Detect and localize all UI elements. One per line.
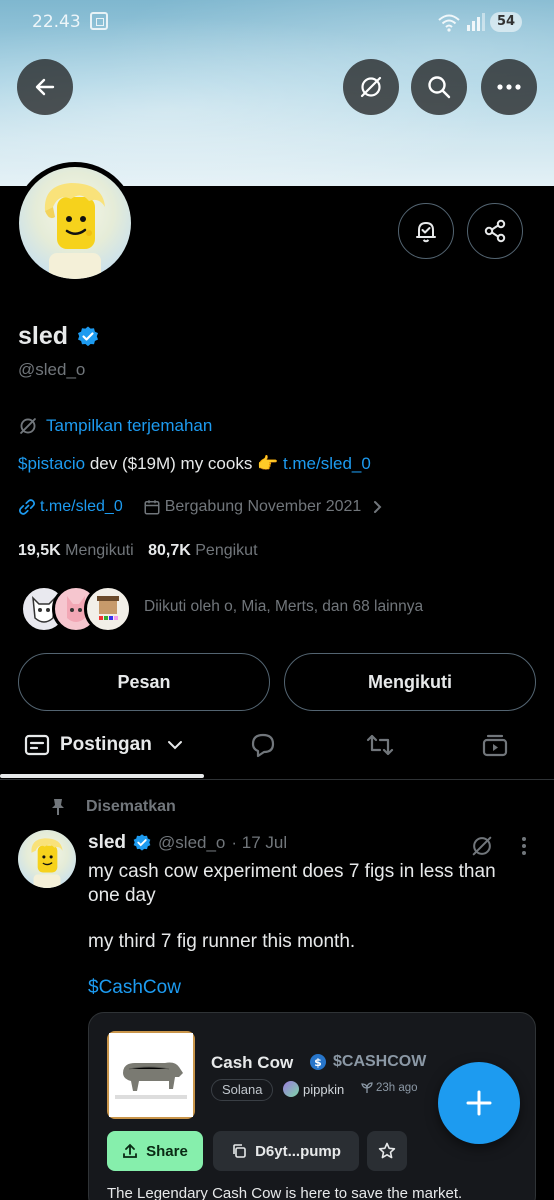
creator-name: pippkin [303, 1081, 345, 1097]
active-tab-indicator [0, 774, 204, 778]
token-ticker-row: $ $CASHCOW [309, 1053, 426, 1071]
compose-button[interactable] [438, 1062, 520, 1144]
translate-button[interactable] [343, 59, 399, 115]
following-count: 19,5K [18, 542, 61, 559]
followers-count: 80,7K [148, 542, 191, 559]
replies-tab-icon[interactable] [250, 732, 276, 758]
message-button[interactable]: Pesan [18, 653, 270, 711]
bio-link[interactable]: t.me/sled_0 [283, 454, 371, 473]
svg-text:$: $ [314, 1056, 322, 1069]
following-stat[interactable]: 19,5K Mengikuti [18, 542, 134, 559]
tweet-text-line: my cash cow experiment does 7 figs in le… [88, 861, 496, 906]
bio-text: dev ($19M) my cooks 👉 [85, 454, 283, 473]
tweet-author-name[interactable]: sled [88, 832, 126, 854]
tweet-more-icon[interactable] [520, 836, 528, 856]
favorite-button[interactable] [367, 1131, 407, 1171]
following-label: Mengikuti [65, 542, 134, 559]
copy-icon [233, 1144, 246, 1158]
creator-info: pippkin [283, 1081, 344, 1097]
token-ticker: $CASHCOW [333, 1053, 427, 1070]
share-profile-button[interactable] [467, 203, 523, 259]
bio-cashtag[interactable]: $pistacio [18, 454, 85, 473]
followed-by-text[interactable]: Diikuti oleh o, Mia, Merts, dan 68 lainn… [144, 598, 423, 616]
followers-label: Pengikut [195, 542, 258, 559]
tweet-header: sled @sled_o · 17 Jul [88, 832, 287, 854]
tab-posts[interactable]: Postingan [24, 734, 184, 756]
website-link[interactable]: t.me/sled_0 [40, 498, 123, 516]
screenshot-icon [90, 12, 108, 30]
grok-icon [360, 76, 382, 98]
token-name: Cash Cow [211, 1053, 294, 1072]
link-icon [19, 499, 35, 515]
tweet-cashtag[interactable]: $CashCow [88, 976, 528, 1000]
following-button[interactable]: Mengikuti [284, 653, 536, 711]
arrow-left-icon [35, 78, 55, 96]
follower-avatar [84, 585, 132, 633]
profile-meta: t.me/sled_0 Bergabung November 2021 [18, 498, 385, 516]
tweet-date[interactable]: · 17 Jul [231, 833, 287, 853]
creator-avatar [283, 1081, 299, 1097]
pin-icon [52, 799, 64, 815]
status-bar: 22.43 54 [0, 0, 554, 44]
token-image [107, 1031, 195, 1119]
translate-label: Tampilkan terjemahan [46, 416, 213, 435]
tab-posts-label: Postingan [60, 734, 152, 755]
contract-address: D6yt...pump [255, 1142, 341, 1160]
profile-tabs: Postingan [0, 718, 554, 780]
token-age: 23h ago [361, 1082, 418, 1094]
follow-stats: 19,5K Mengikuti 80,7K Pengikut [18, 542, 258, 560]
battery-level: 54 [490, 12, 522, 32]
plus-icon [466, 1090, 492, 1116]
followed-by-avatars[interactable] [20, 584, 132, 634]
media-tab-icon[interactable] [482, 732, 508, 758]
chevron-down-icon [167, 741, 182, 750]
token-description: The Legendary Cash Cow is here to save t… [107, 1185, 463, 1200]
profile-bio: $pistacio dev ($19M) my cooks 👉 t.me/sle… [18, 454, 371, 474]
tweet-text-line: my third 7 fig runner this month. [88, 931, 356, 952]
search-button[interactable] [411, 59, 467, 115]
search-icon [428, 76, 451, 99]
profile-handle: @sled_o [18, 360, 86, 379]
verified-badge-icon [133, 834, 151, 851]
chain-chip: Solana [211, 1079, 274, 1101]
grok-icon [20, 418, 36, 434]
more-icon [497, 84, 521, 90]
tweet-author-handle[interactable]: @sled_o [158, 833, 225, 853]
verified-badge-icon[interactable] [76, 325, 100, 349]
notifications-button[interactable] [398, 203, 454, 259]
profile-name-text: sled [18, 322, 69, 350]
usdc-icon: $ [310, 1054, 326, 1070]
grok-icon[interactable] [470, 834, 494, 858]
followers-stat[interactable]: 80,7K Pengikut [148, 542, 257, 559]
pinned-label: Disematkan [86, 798, 176, 815]
profile-avatar[interactable] [14, 162, 136, 284]
back-button[interactable] [17, 59, 73, 115]
share-icon [484, 219, 506, 243]
card-share-button[interactable]: Share [107, 1131, 203, 1171]
signal-icon [467, 13, 485, 31]
more-button[interactable] [481, 59, 537, 115]
share-label: Share [146, 1142, 188, 1160]
status-time: 22.43 [32, 12, 81, 32]
sprout-icon [361, 1082, 373, 1093]
posts-icon [24, 734, 50, 756]
joined-date: Bergabung November 2021 [164, 498, 362, 515]
tweet-text: my cash cow experiment does 7 figs in le… [88, 860, 528, 1000]
bell-check-icon [416, 222, 436, 243]
translate-bio-link[interactable]: Tampilkan terjemahan [18, 416, 212, 436]
token-age-text: 23h ago [376, 1082, 418, 1094]
star-icon [378, 1142, 396, 1159]
wifi-icon [438, 14, 460, 32]
profile-name: sled [18, 322, 100, 351]
tweet-author-avatar[interactable] [18, 830, 76, 888]
repost-tab-icon[interactable] [366, 732, 394, 758]
copy-address-button[interactable]: D6yt...pump [213, 1131, 359, 1171]
upload-icon [123, 1143, 138, 1158]
chevron-right-icon[interactable] [369, 499, 385, 515]
calendar-icon [144, 500, 160, 515]
lego-figure-avatar [44, 183, 105, 279]
